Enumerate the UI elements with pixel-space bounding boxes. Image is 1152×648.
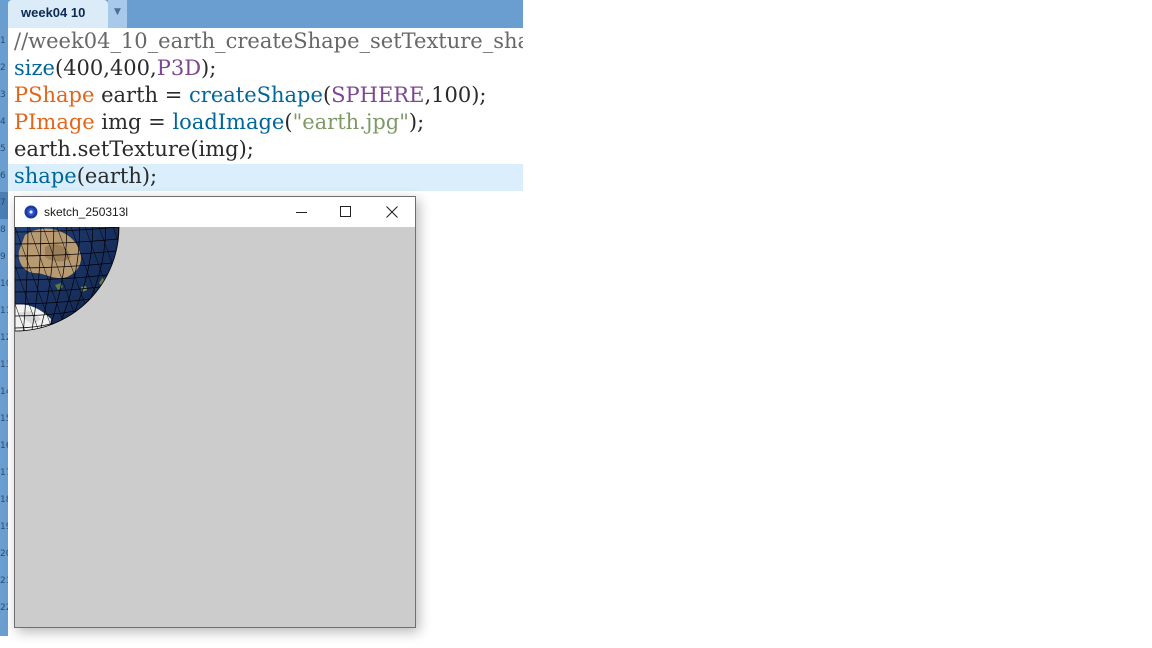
line-number: 10 <box>0 279 8 289</box>
minimize-button[interactable] <box>279 197 325 227</box>
code-token: ); <box>201 56 217 80</box>
line-number: 5 <box>0 144 6 154</box>
code-line: size(400,400,P3D); <box>14 55 216 82</box>
code-token: ); <box>408 110 425 134</box>
tab-week04-10[interactable]: week04 10 <box>8 0 108 28</box>
code-token: earth = <box>94 83 190 107</box>
tab-bar: week04 10 ▼ <box>0 0 523 28</box>
line-number: 22 <box>0 603 8 613</box>
maximize-icon <box>340 206 351 217</box>
line-number: 11 <box>0 306 8 316</box>
line-number: 7 <box>0 198 6 208</box>
line-number: 8 <box>0 225 6 235</box>
line-number: 16 <box>0 441 8 451</box>
line-number: 14 <box>0 387 8 397</box>
code-token: P3D <box>156 56 202 80</box>
tab-menu-dropdown-icon[interactable]: ▼ <box>108 0 127 28</box>
code-line: //week04_10_earth_createShape_setTexture… <box>14 28 523 55</box>
line-number: 18 <box>0 495 8 505</box>
processing-logo-icon <box>24 205 38 219</box>
sketch-canvas[interactable] <box>15 227 415 627</box>
line-number: 6 <box>0 171 6 181</box>
code-token: size <box>14 56 55 80</box>
line-number: 20 <box>0 549 8 559</box>
code-line: PImage img = loadImage("earth.jpg"); <box>14 109 424 136</box>
code-token: ,100); <box>424 83 487 107</box>
minimize-icon <box>296 212 307 213</box>
code-token: earth.setTexture(img); <box>14 137 254 161</box>
earth-sphere <box>15 227 120 332</box>
line-number: 13 <box>0 360 8 370</box>
code-token: ( <box>322 83 332 107</box>
maximize-button[interactable] <box>323 197 369 227</box>
line-number: 2 <box>0 63 6 73</box>
code-token: (400,400, <box>55 56 157 80</box>
line-number: 21 <box>0 576 8 586</box>
close-button[interactable] <box>369 197 415 227</box>
line-number: 1 <box>0 36 6 46</box>
code-token: SPHERE <box>331 83 425 107</box>
line-number: 12 <box>0 333 8 343</box>
code-line: earth.setTexture(img); <box>14 136 254 163</box>
code-token: img = <box>94 110 173 134</box>
line-number: 17 <box>0 468 8 478</box>
code-token: PShape <box>14 83 95 107</box>
line-number: 19 <box>0 522 8 532</box>
code-token: createShape <box>189 83 323 107</box>
code-line: shape(earth); <box>14 163 157 190</box>
sketch-title-bar[interactable]: sketch_250313l <box>15 197 415 227</box>
line-number: 4 <box>0 117 6 127</box>
code-token: ( <box>284 110 293 134</box>
sketch-title: sketch_250313l <box>44 205 129 219</box>
code-token: shape <box>14 164 77 188</box>
line-number-gutter: 12345678910111213141516171819202122 <box>0 28 8 636</box>
line-number: 3 <box>0 90 6 100</box>
code-line: PShape earth = createShape(SPHERE,100); <box>14 82 486 109</box>
sketch-window[interactable]: sketch_250313l <box>14 196 416 628</box>
code-token: loadImage <box>172 110 285 134</box>
code-token: (earth); <box>76 164 158 188</box>
code-token: //week04_10_earth_createShape_setTexture… <box>14 29 523 53</box>
line-number: 15 <box>0 414 8 424</box>
code-token: "earth.jpg" <box>292 110 409 134</box>
close-icon <box>386 206 398 218</box>
line-number: 9 <box>0 252 6 262</box>
code-token: PImage <box>14 110 95 134</box>
